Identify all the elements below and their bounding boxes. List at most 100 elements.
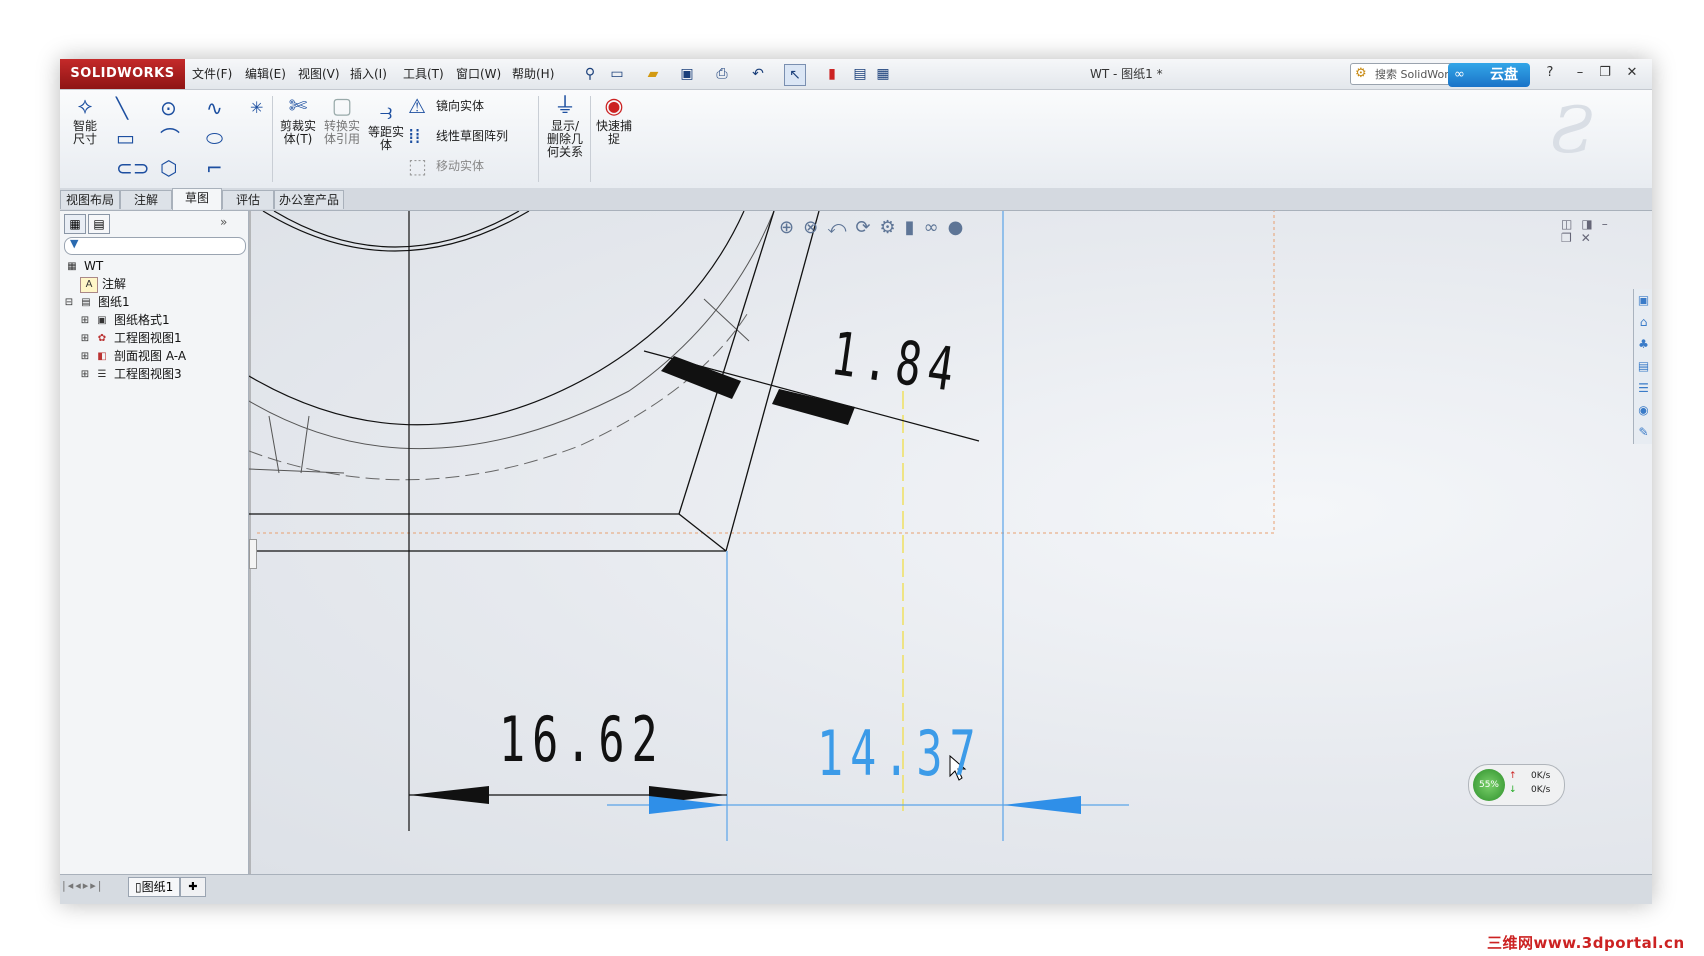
move-entities-label[interactable]: 移动实体 xyxy=(436,158,484,174)
tree-root[interactable]: ▦ WT xyxy=(64,257,103,275)
tree-item[interactable]: ⊞ ▣ 图纸格式1 xyxy=(80,311,170,329)
tree-item[interactable]: ⊞ ☰ 工程图视图3 xyxy=(80,365,182,383)
graphics-area[interactable]: 1.84 16.62 14.37 ⊕⊗⤺⟳⚙▮∞● ◫◨–❐✕ ▣ ⌂ ♣ ▤ ☰ ◉ ✎ xyxy=(249,211,1652,874)
collapse-icon[interactable]: ⊟ xyxy=(64,296,74,310)
convert-entities-button[interactable]: ▢ 转换实体引用 xyxy=(322,94,362,146)
tab-view-layout[interactable]: 视图布局 xyxy=(60,190,120,209)
hide-show-icon[interactable]: ∞ xyxy=(924,217,948,238)
inner-arc xyxy=(262,211,530,252)
menu-file[interactable]: 文件(F) xyxy=(192,59,232,89)
select-cursor-icon[interactable]: ↖ xyxy=(784,64,806,86)
viewport-icon[interactable]: ◫ xyxy=(1561,217,1581,231)
menu-view[interactable]: 视图(V) xyxy=(298,59,340,89)
new-document-icon[interactable]: ▭ xyxy=(607,64,627,84)
polygon-icon[interactable]: ⬡ xyxy=(160,156,177,180)
drawing-icon: ▦ xyxy=(67,260,77,272)
filter-input[interactable] xyxy=(64,237,246,255)
tab-sketch[interactable]: 草图 xyxy=(172,188,222,210)
menu-edit[interactable]: 编辑(E) xyxy=(245,59,286,89)
file-properties-icon[interactable]: ▤ xyxy=(850,64,870,84)
circle-icon[interactable]: ⊙ xyxy=(160,96,177,120)
command-tabs: 视图布局 注解 草图 评估 办公室产品 xyxy=(60,188,1652,211)
sheet-tab[interactable]: ▯图纸1 xyxy=(128,877,181,897)
tab-office-products[interactable]: 办公室产品 xyxy=(274,190,344,209)
menu-insert[interactable]: 插入(I) xyxy=(350,59,387,89)
display-style-icon[interactable]: ▮ xyxy=(905,217,924,238)
display-relations-label: 显示/删除几何关系 xyxy=(546,119,583,159)
expand-icon[interactable]: ⊞ xyxy=(80,350,90,364)
tree-item[interactable]: ⊞ ◧ 剖面视图 A-A xyxy=(80,347,186,365)
mirror-entities-label[interactable]: 镜向实体 xyxy=(436,98,484,114)
minimize-icon[interactable]: – xyxy=(1570,63,1590,83)
tree-item-label: 工程图视图1 xyxy=(114,331,182,345)
dimension-14-37[interactable]: 14.37 xyxy=(817,717,983,790)
linear-pattern-label[interactable]: 线性草图阵列 xyxy=(436,128,508,144)
dimension-16-62[interactable]: 16.62 xyxy=(499,703,665,776)
fillet-icon[interactable]: ⌐ xyxy=(206,156,223,180)
smart-dimension-icon: ⟡ xyxy=(77,94,93,119)
rotate-view-icon[interactable]: ⟳ xyxy=(855,217,879,238)
print-icon[interactable]: ⎙ xyxy=(712,64,732,84)
help-icon[interactable]: ? xyxy=(1540,63,1560,83)
view-settings-icon[interactable]: ⚙ xyxy=(880,217,905,238)
display-relations-button[interactable]: ⏚ 显示/删除几何关系 xyxy=(543,94,587,159)
section-view-icon: ◧ xyxy=(97,350,107,362)
solidworks-window: SOLIDWORKS 文件(F) 编辑(E) 视图(V) 插入(I) 工具(T)… xyxy=(60,59,1652,904)
previous-view-icon[interactable]: ⤺ xyxy=(827,217,855,238)
task-pane-icons[interactable]: ▣ ⌂ ♣ ▤ ☰ ◉ ✎ xyxy=(1634,289,1652,443)
download-arrow-icon: ↓ xyxy=(1509,785,1517,795)
ellipse-icon[interactable]: ⬭ xyxy=(206,126,223,150)
panel-splitter-handle[interactable] xyxy=(249,539,257,569)
options-icon[interactable]: ▦ xyxy=(873,64,893,84)
quick-snap-button[interactable]: ◉ 快速捕捉 xyxy=(594,94,634,146)
restore-icon[interactable]: ❐ xyxy=(1561,231,1581,245)
appearance-icon[interactable]: ● xyxy=(948,217,973,238)
convert-label: 转换实体引用 xyxy=(324,119,361,146)
feature-tree-tab-icon[interactable]: ▦ xyxy=(64,214,86,234)
trim-entities-button[interactable]: ✄ 剪裁实体(T) xyxy=(278,94,318,146)
linear-pattern-icon[interactable]: ⁞⁞ xyxy=(408,124,421,148)
tree-sheet[interactable]: ⊟ ▤ 图纸1 xyxy=(64,293,130,311)
expand-icon[interactable]: ⊞ xyxy=(80,314,90,328)
move-entities-icon[interactable]: ⬚ xyxy=(408,154,427,178)
save-icon[interactable]: ▣ xyxy=(677,64,697,84)
offset-entities-button[interactable]: ⥽ 等距实体 xyxy=(366,100,406,152)
restore-icon[interactable]: ❐ xyxy=(1595,63,1615,83)
tree-sheet-label: 图纸1 xyxy=(98,295,130,309)
tab-evaluate[interactable]: 评估 xyxy=(222,190,274,209)
rectangle-icon[interactable]: ▭ xyxy=(116,126,135,150)
point-icon[interactable]: ✳ xyxy=(250,96,263,120)
open-folder-icon[interactable]: ▰ xyxy=(643,64,663,84)
drawing-view-icon: ✿ xyxy=(97,332,107,344)
menu-help[interactable]: 帮助(H) xyxy=(512,59,554,89)
menu-tools[interactable]: 工具(T) xyxy=(403,59,444,89)
sheet-tab-icon: ▯ xyxy=(135,880,142,894)
line-icon[interactable]: ╲ xyxy=(116,96,128,120)
property-manager-tab-icon[interactable]: ▤ xyxy=(88,214,110,234)
expand-panel-icon[interactable]: » xyxy=(220,215,227,229)
zoom-to-fit-icon[interactable]: ⊕ xyxy=(779,217,803,238)
undo-icon[interactable]: ↶ xyxy=(748,64,768,84)
sheet-format-icon: ▣ xyxy=(97,314,107,326)
zoom-area-icon[interactable]: ⊗ xyxy=(803,217,827,238)
expand-icon[interactable]: ⊞ xyxy=(80,332,90,346)
sheet-nav-arrows[interactable]: |◂◂▸▸| xyxy=(62,879,104,892)
mirror-icon[interactable]: ⚠ xyxy=(408,94,426,118)
rebuild-icon[interactable]: ▮ xyxy=(822,64,842,84)
menu-window[interactable]: 窗口(W) xyxy=(456,59,501,89)
viewport-icon[interactable]: ◨ xyxy=(1581,217,1601,231)
add-sheet-icon[interactable]: ✚ xyxy=(180,877,206,897)
tree-root-label: WT xyxy=(84,259,104,273)
smart-dimension-button[interactable]: ⟡ 智能尺寸 xyxy=(64,94,106,146)
tree-item[interactable]: ⊞ ✿ 工程图视图1 xyxy=(80,329,182,347)
close-icon[interactable]: ✕ xyxy=(1622,63,1642,83)
spline-icon[interactable]: ∿ xyxy=(206,96,223,120)
minimize-icon[interactable]: – xyxy=(1602,217,1617,231)
arc-icon[interactable]: ⌒ xyxy=(160,126,180,150)
slot-icon[interactable]: ⊂⊃ xyxy=(116,156,150,180)
expand-icon[interactable]: ⊞ xyxy=(80,368,90,382)
tree-annotations[interactable]: A 注解 xyxy=(80,275,126,293)
close-icon[interactable]: ✕ xyxy=(1581,231,1600,245)
pin-icon[interactable]: ⚲ xyxy=(580,64,600,84)
tab-annotation[interactable]: 注解 xyxy=(120,190,172,209)
